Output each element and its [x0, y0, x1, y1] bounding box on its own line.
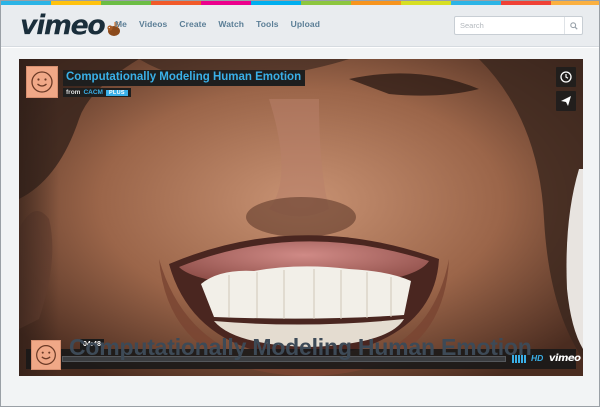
byline-box: from CACM PLUS [63, 88, 131, 97]
main-content: Computationally Modeling Human Emotion f… [1, 48, 599, 406]
nav-item-upload[interactable]: Upload [291, 19, 320, 29]
video-frame-smiling-face [19, 59, 583, 376]
vimeo-logo[interactable]: vimeo [20, 12, 121, 40]
nav-item-me[interactable]: Me [115, 19, 127, 29]
search-icon [569, 21, 578, 30]
player-video-title[interactable]: Computationally Modeling Human Emotion [63, 70, 306, 86]
page-title: Computationally Modeling Human Emotion [69, 334, 532, 360]
owner-avatar[interactable] [26, 66, 58, 98]
player-byline: from CACM PLUS [63, 88, 305, 97]
main-nav: Me Videos Create Watch Tools Upload [115, 19, 332, 29]
video-player[interactable]: Computationally Modeling Human Emotion f… [19, 59, 583, 376]
logo-text: vimeo [20, 10, 106, 41]
top-nav-bar: vimeo Me Videos Create Watch Tools Upload [1, 5, 599, 47]
nav-item-videos[interactable]: Videos [139, 19, 167, 29]
search-button[interactable] [564, 17, 582, 34]
search-input[interactable] [455, 17, 565, 34]
plus-badge: PLUS [105, 89, 128, 96]
nav-item-tools[interactable]: Tools [256, 19, 279, 29]
browser-viewport: vimeo Me Videos Create Watch Tools Upload [0, 0, 600, 407]
search-box [454, 16, 583, 35]
smiley-icon [31, 71, 53, 93]
nav-item-create[interactable]: Create [179, 19, 206, 29]
hd-toggle[interactable]: HD [531, 353, 543, 364]
channel-link[interactable]: CACM [83, 89, 103, 96]
clock-icon [560, 71, 572, 83]
vimeo-player-logo[interactable]: vimeo [549, 352, 581, 365]
owner-avatar-small[interactable] [31, 340, 61, 370]
smiley-icon [36, 345, 56, 365]
watch-later-button[interactable] [556, 67, 576, 87]
from-label: from [66, 89, 81, 96]
send-icon [561, 96, 571, 106]
player-title-block: Computationally Modeling Human Emotion f… [63, 67, 306, 97]
nav-item-watch[interactable]: Watch [218, 19, 244, 29]
share-button[interactable] [556, 91, 576, 111]
